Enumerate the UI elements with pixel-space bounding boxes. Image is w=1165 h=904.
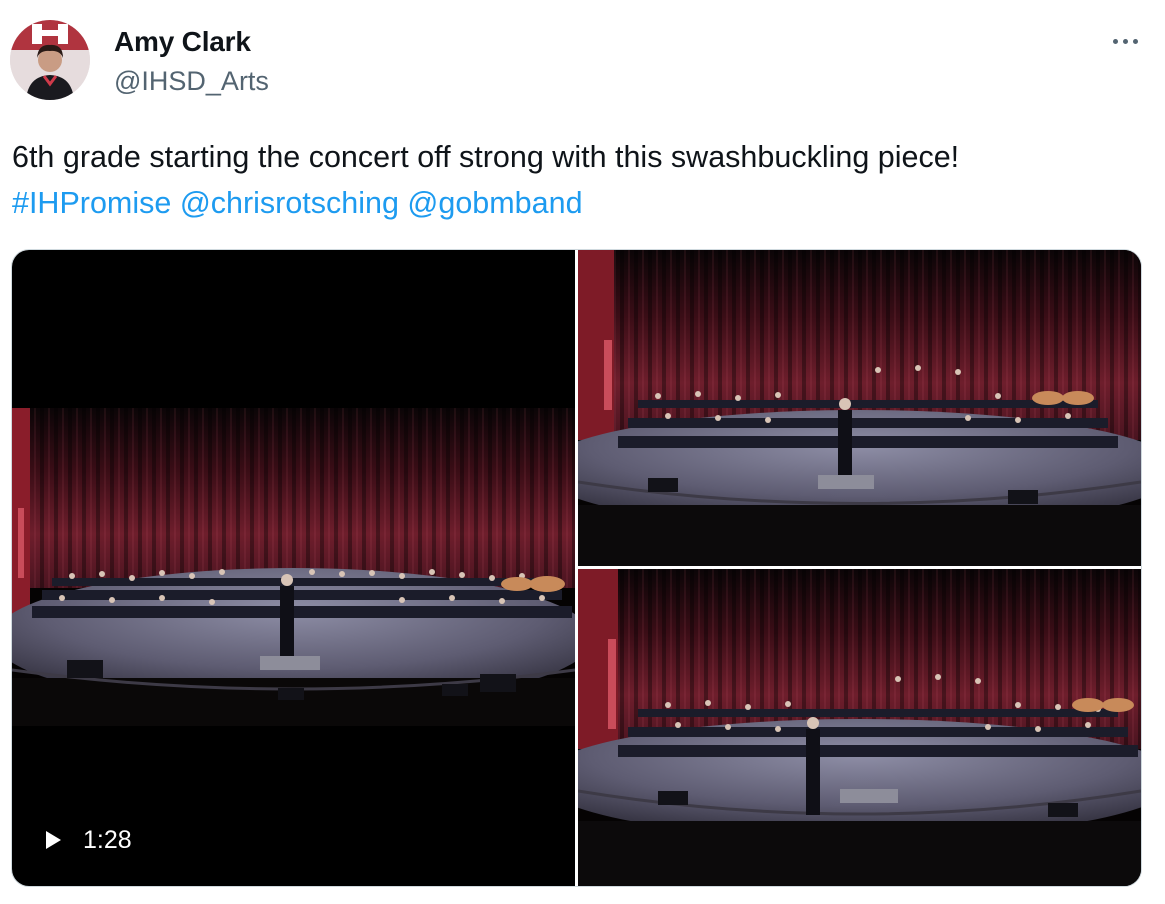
avatar[interactable] [10,20,90,100]
author-handle[interactable]: @IHSD_Arts [114,66,269,97]
play-icon[interactable] [46,831,61,849]
video-player[interactable]: 1:28 [12,250,575,886]
tweet-body: 6th grade starting the concert off stron… [12,140,960,174]
video-thumbnail [12,408,575,726]
photo-concert-2[interactable] [578,569,1141,886]
hashtag-link[interactable]: #IHPromise [12,186,171,220]
more-horizontal-icon [1110,38,1140,44]
more-options-button[interactable] [1098,22,1152,60]
tweet-text: 6th grade starting the concert off stron… [12,134,1152,226]
video-duration: 1:28 [83,825,132,854]
media-grid: 1:28 [11,249,1142,887]
mention-link[interactable]: @chrisrotsching [180,186,399,220]
photo-concert-1[interactable] [578,250,1141,566]
mention-link[interactable]: @gobmband [407,186,582,220]
tweet-card[interactable]: Amy Clark @IHSD_Arts 6th grade starting … [0,0,1165,904]
video-controls[interactable]: 1:28 [46,822,132,858]
author-name[interactable]: Amy Clark [114,26,251,58]
